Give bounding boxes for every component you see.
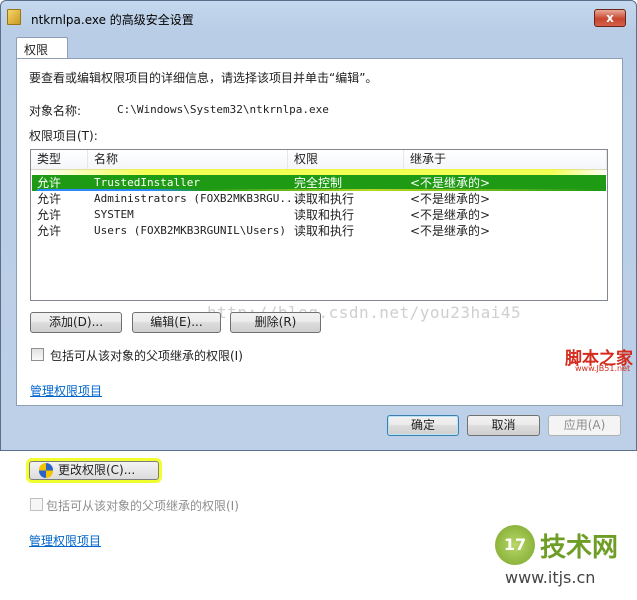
- object-name-value: C:\Windows\System32\ntkrnlpa.exe: [117, 103, 329, 116]
- ok-button[interactable]: 确定: [387, 415, 459, 436]
- column-header-inherited-from[interactable]: 继承于: [404, 150, 607, 170]
- instruction-text: 要查看或编辑权限项目的详细信息，请选择该项目并单击“编辑”。: [29, 71, 378, 85]
- edit-button[interactable]: 编辑(E)...: [132, 312, 221, 333]
- column-header-type[interactable]: 类型: [31, 150, 88, 170]
- row-inherited: <不是继承的>: [410, 208, 491, 222]
- row-permission: 读取和执行: [294, 192, 355, 206]
- tab-permissions[interactable]: 权限: [16, 37, 68, 59]
- advanced-security-dialog: ntkrnlpa.exe 的高级安全设置 x 权限 要查看或编辑权限项目的详细信…: [0, 0, 637, 451]
- close-button[interactable]: x: [594, 9, 626, 27]
- jb51-url: www.JB51.net: [575, 364, 631, 373]
- change-permissions-label: 更改权限(C)...: [58, 463, 136, 477]
- row-permission: 读取和执行: [294, 208, 355, 222]
- title-bar[interactable]: ntkrnlpa.exe 的高级安全设置 x: [1, 1, 636, 33]
- uac-shield-icon: [39, 463, 53, 478]
- inherit-checkbox[interactable]: [31, 348, 44, 361]
- change-permissions-button[interactable]: 更改权限(C)...: [29, 461, 159, 480]
- delete-button[interactable]: 删除(R): [230, 312, 321, 333]
- row-type: 允许: [37, 208, 62, 222]
- table-row[interactable]: 允许 Administrators (FOXB2MKB3RGU... 读取和执行…: [32, 191, 606, 207]
- itjs-badge-icon: 17: [495, 525, 535, 565]
- itjs-logo-text: 技术网: [540, 533, 619, 563]
- cancel-button[interactable]: 取消: [467, 415, 540, 436]
- row-type: 允许: [37, 224, 62, 238]
- manage-permissions-link-lower[interactable]: 管理权限项目: [29, 532, 101, 549]
- row-name: Users (FOXB2MKB3RGUNIL\Users): [94, 224, 287, 237]
- inherit-checkbox-label[interactable]: 包括可从该对象的父项继承的权限(I): [50, 347, 243, 364]
- row-name: Administrators (FOXB2MKB3RGU...: [94, 192, 300, 205]
- inherit-checkbox-disabled-label: 包括可从该对象的父项继承的权限(I): [46, 499, 239, 513]
- column-header-permission[interactable]: 权限: [288, 150, 404, 170]
- lower-panel: 更改权限(C)... 包括可从该对象的父项继承的权限(I) 管理权限项目 17 …: [0, 451, 637, 600]
- permission-entries-list[interactable]: 类型 名称 权限 继承于 允许 TrustedInstaller 完全控制 <不…: [30, 149, 609, 301]
- row-name: SYSTEM: [94, 208, 134, 221]
- permission-entries-label: 权限项目(T):: [29, 129, 98, 143]
- add-button[interactable]: 添加(D)...: [30, 312, 122, 333]
- object-name-label: 对象名称:: [29, 104, 82, 118]
- column-header-name[interactable]: 名称: [88, 150, 288, 170]
- table-row[interactable]: 允许 SYSTEM 读取和执行 <不是继承的>: [32, 207, 606, 223]
- row-type: 允许: [37, 192, 62, 206]
- file-icon: [7, 9, 21, 25]
- row-permission: 读取和执行: [294, 224, 355, 238]
- apply-button[interactable]: 应用(A): [548, 415, 621, 436]
- itjs-url: www.itjs.cn: [505, 568, 596, 587]
- row-inherited: <不是继承的>: [410, 192, 491, 206]
- table-row[interactable]: 允许 Users (FOXB2MKB3RGUNIL\Users) 读取和执行 <…: [32, 223, 606, 239]
- permissions-panel: 要查看或编辑权限项目的详细信息，请选择该项目并单击“编辑”。 对象名称: C:\…: [16, 58, 633, 406]
- inherit-checkbox-disabled[interactable]: [30, 498, 43, 511]
- manage-permissions-link[interactable]: 管理权限项目: [30, 382, 102, 399]
- row-inherited: <不是继承的>: [410, 224, 491, 238]
- window-title: ntkrnlpa.exe 的高级安全设置: [31, 13, 194, 27]
